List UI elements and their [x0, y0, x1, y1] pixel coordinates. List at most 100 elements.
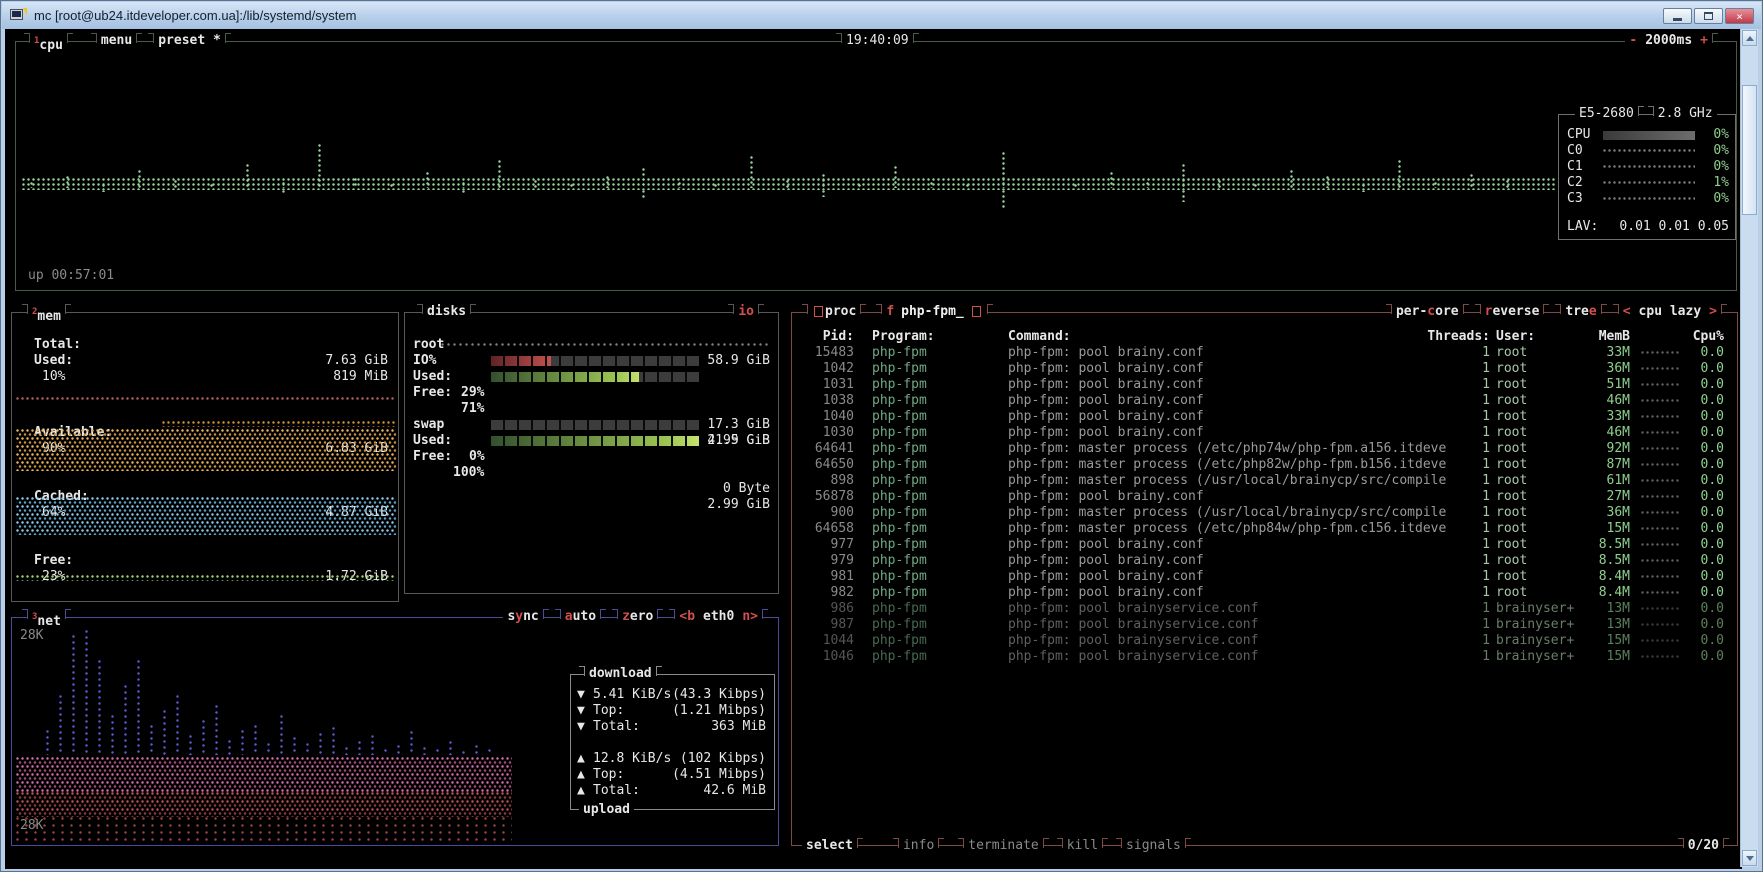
proc-info-button[interactable]: info [899, 838, 938, 854]
proc-tree-button[interactable]: tree [1561, 304, 1600, 320]
cpu-core-row: C10% [1559, 159, 1735, 175]
net-download-spike [475, 745, 480, 755]
proc-select-button[interactable]: select [802, 838, 857, 854]
proc-filter-clear-icon[interactable] [972, 306, 981, 317]
cpu-graph-spike [1110, 172, 1114, 188]
cpu-graph-spike [282, 182, 286, 188]
net-download-spike [267, 743, 272, 755]
scroll-down-icon [1746, 856, 1754, 861]
cpu-mini-graph [1641, 511, 1679, 515]
table-row[interactable]: 1040php-fpmphp-fpm: pool brainy.conf1roo… [792, 409, 1737, 425]
table-row[interactable]: 15483php-fpmphp-fpm: pool brainy.conf1ro… [792, 345, 1737, 361]
table-row[interactable]: 64658php-fpmphp-fpm: master process (/et… [792, 521, 1737, 537]
download-title: download [585, 666, 656, 682]
cpu-graph-spike [1038, 178, 1042, 188]
tab-cpu[interactable]: 1cpu [30, 33, 67, 54]
cpu-graph-spike [462, 190, 466, 193]
table-row[interactable]: 982php-fpmphp-fpm: pool brainy.conf1root… [792, 585, 1737, 601]
cpu-mini-graph [1641, 415, 1679, 419]
net-stat-row: ▼Top:(1.21 Mibps) [571, 703, 774, 719]
interval-decrease-button[interactable]: - [1625, 33, 1641, 49]
net-download-spike [228, 740, 233, 755]
proc-sort-prev-button[interactable]: < [1619, 304, 1635, 320]
table-row[interactable]: 979php-fpmphp-fpm: pool brainy.conf1root… [792, 553, 1737, 569]
net-upload-graph [16, 792, 512, 817]
cpu-graph-spike [1146, 182, 1150, 188]
net-zero-button[interactable]: zero [618, 609, 657, 625]
interval-value: 2000ms [1641, 33, 1696, 49]
cpu-core-row: C21% [1559, 175, 1735, 191]
proc-kill-button[interactable]: kill [1063, 838, 1102, 854]
mem-cached-graph [16, 497, 396, 535]
cpu-graph-spike [786, 180, 790, 188]
cpu-graph-spike [750, 156, 754, 188]
proc-reverse-button[interactable]: reverse [1481, 304, 1544, 320]
net-download-spike [111, 715, 116, 755]
table-row[interactable]: 1031php-fpmphp-fpm: pool brainy.conf1roo… [792, 377, 1737, 393]
table-row[interactable]: 1044php-fpmphp-fpm: pool brainyservice.c… [792, 633, 1737, 649]
table-row[interactable]: 898php-fpmphp-fpm: master process (/usr/… [792, 473, 1737, 489]
proc-search-field[interactable]: fphp-fpm_ [882, 304, 986, 320]
table-row[interactable]: 1042php-fpmphp-fpm: pool brainy.conf1roo… [792, 361, 1737, 377]
cpu-graph-spike [1290, 170, 1294, 188]
close-button[interactable]: × [1725, 8, 1754, 24]
net-download-spike [215, 705, 220, 755]
net-download-spike [306, 743, 311, 755]
table-row[interactable]: 64650php-fpmphp-fpm: master process (/et… [792, 457, 1737, 473]
cpu-graph-spike [66, 176, 70, 188]
scroll-up-button[interactable] [1742, 30, 1757, 46]
table-row[interactable]: 56878php-fpmphp-fpm: pool brainy.conf1ro… [792, 489, 1737, 505]
minimize-button[interactable] [1663, 8, 1692, 24]
net-download-spike [46, 730, 51, 755]
cpu-mini-graph [1641, 399, 1679, 403]
tab-proc[interactable]: proc [808, 304, 860, 320]
cpu-graph-spike [498, 160, 502, 188]
disk-swap-free-bar [491, 436, 699, 446]
table-row[interactable]: 900php-fpmphp-fpm: master process (/usr/… [792, 505, 1737, 521]
disk-root-free-label: Free: [413, 385, 452, 401]
net-sync-button[interactable]: sync [503, 609, 542, 625]
net-next-iface-button[interactable]: n> [738, 609, 762, 625]
table-row[interactable]: 977php-fpmphp-fpm: pool brainy.conf1root… [792, 537, 1737, 553]
scrollbar-thumb[interactable] [1742, 85, 1757, 215]
cpu-mini-graph [1641, 591, 1679, 595]
cpu-mini-graph [1641, 351, 1679, 355]
terminal: 1cpu menu preset * 19:40:09 - 2000ms + u… [5, 29, 1742, 869]
table-row[interactable]: 1038php-fpmphp-fpm: pool brainy.conf1roo… [792, 393, 1737, 409]
preset-button[interactable]: preset * [154, 33, 225, 49]
maximize-button[interactable] [1694, 8, 1723, 24]
net-download-spike [384, 749, 389, 755]
net-stats-box: download ▼5.41 KiB/s(43.3 Kibps)▼Top:(1.… [570, 674, 775, 810]
tab-disks[interactable]: disks [423, 304, 470, 320]
net-auto-button[interactable]: auto [561, 609, 600, 625]
table-row[interactable]: 1046php-fpmphp-fpm: pool brainyservice.c… [792, 649, 1737, 665]
cpu-graph-spike [1074, 184, 1078, 188]
cpu-graph-spike [678, 182, 682, 188]
tab-io[interactable]: io [734, 304, 758, 320]
table-row[interactable]: 986php-fpmphp-fpm: pool brainyservice.co… [792, 601, 1737, 617]
terminal-scrollbar[interactable] [1740, 29, 1758, 867]
close-icon: × [1736, 11, 1743, 22]
table-row[interactable]: 1030php-fpmphp-fpm: pool brainy.conf1roo… [792, 425, 1737, 441]
proc-terminate-button[interactable]: terminate [964, 838, 1042, 854]
clock: 19:40:09 [842, 33, 913, 49]
net-prev-iface-button[interactable]: <b [675, 609, 699, 625]
putty-app-icon [10, 8, 27, 23]
window-title-bar[interactable]: mc [root@ub24.itdeveloper.com.ua]:/lib/s… [2, 2, 1761, 29]
table-row[interactable]: 987php-fpmphp-fpm: pool brainyservice.co… [792, 617, 1737, 633]
net-download-spike [176, 695, 181, 755]
proc-signals-button[interactable]: signals [1122, 838, 1185, 854]
proc-percore-button[interactable]: per-core [1392, 304, 1463, 320]
net-scale-top: 28K [20, 628, 43, 644]
table-row[interactable]: 981php-fpmphp-fpm: pool brainy.conf1root… [792, 569, 1737, 585]
table-row[interactable]: 64641php-fpmphp-fpm: master process (/et… [792, 441, 1737, 457]
direction-arrow-icon: ▼ [577, 703, 585, 719]
menu-button[interactable]: menu [97, 33, 136, 49]
cpu-graph-spike [1362, 184, 1366, 188]
cpu-graph-spike [1470, 174, 1474, 188]
tab-net[interactable]: 3net [28, 609, 65, 630]
scroll-down-button[interactable] [1742, 850, 1757, 866]
interval-increase-button[interactable]: + [1696, 33, 1712, 49]
proc-sort-next-button[interactable]: > [1705, 304, 1721, 320]
net-download-spike [137, 660, 142, 755]
